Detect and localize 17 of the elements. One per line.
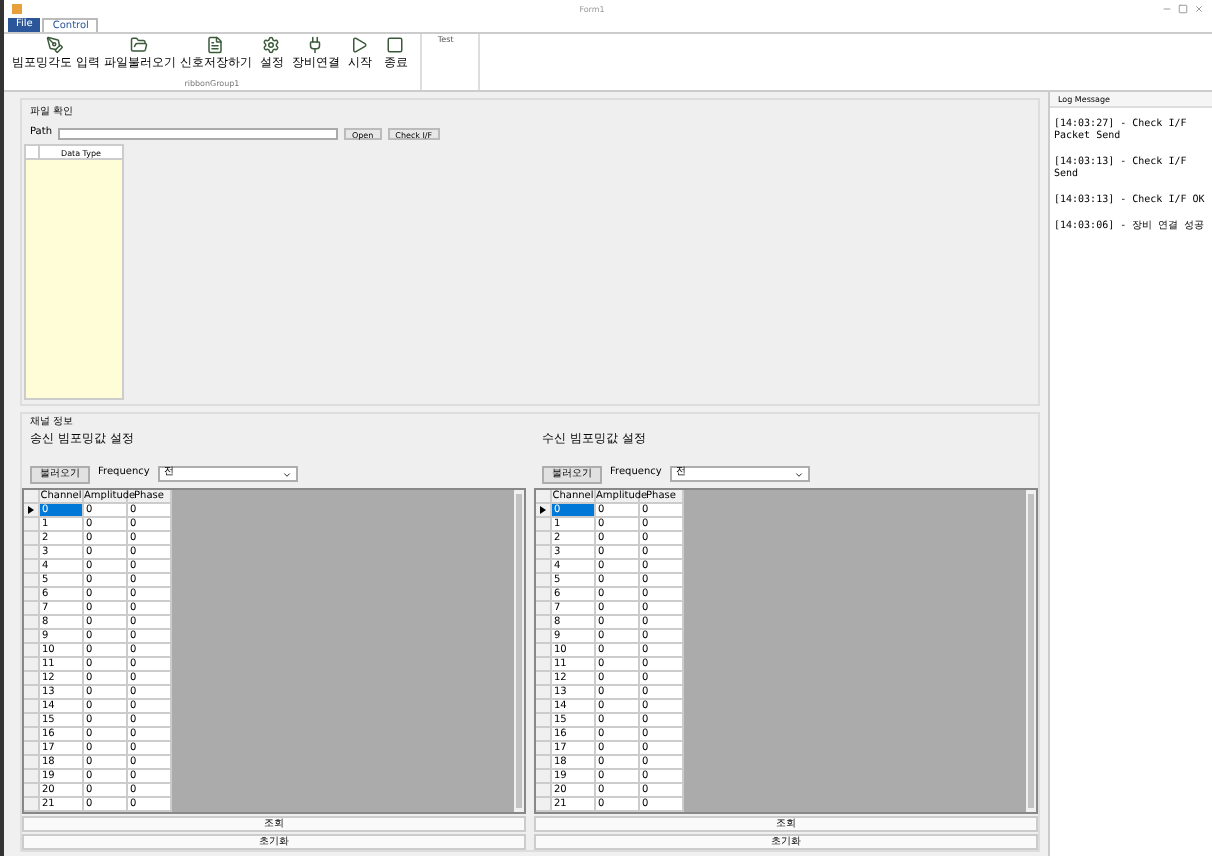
document-icon [206, 36, 225, 54]
pen-icon [46, 36, 65, 54]
row-header[interactable] [536, 504, 552, 518]
chevron-icon [281, 469, 292, 479]
gear-icon [262, 36, 281, 54]
folder-icon [130, 36, 149, 54]
path-field[interactable] [57, 128, 338, 140]
app-icon [12, 4, 22, 14]
maximize-icon[interactable] [1178, 4, 1188, 14]
stop-icon [386, 36, 405, 54]
chevron-icon [793, 469, 804, 479]
row-pointer-icon [540, 506, 546, 514]
play-icon [350, 36, 369, 54]
row-pointer-icon [28, 506, 34, 514]
plug-icon [306, 36, 325, 54]
minimize-icon[interactable] [1162, 4, 1172, 14]
row-header[interactable] [24, 504, 40, 518]
